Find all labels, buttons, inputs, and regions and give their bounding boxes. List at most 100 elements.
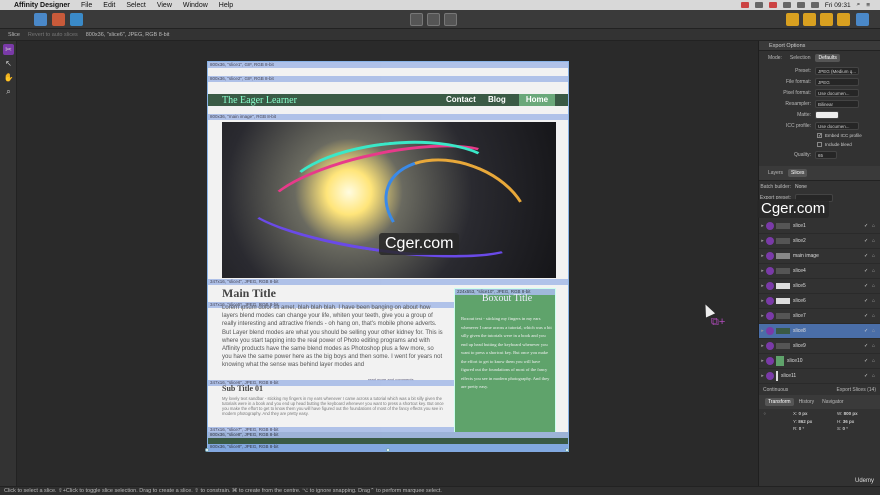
- status-icon[interactable]: [740, 2, 749, 8]
- move-tool-icon[interactable]: ↖: [3, 58, 14, 69]
- quality-field[interactable]: 65: [815, 150, 837, 159]
- slice-label[interactable]: 800x36, "main image", RGB 8-bit: [208, 114, 568, 120]
- slice-row[interactable]: ▸ slice4 ✓ ⌂: [759, 264, 880, 279]
- slice-row-selected[interactable]: ▸ slice8 ✓ ⌂: [759, 324, 880, 339]
- tab-transform[interactable]: Transform: [765, 398, 794, 406]
- menu-file[interactable]: File: [81, 2, 92, 9]
- revert-button[interactable]: Revert to auto slices: [28, 32, 78, 38]
- icc-select[interactable]: Use documen...: [815, 121, 859, 130]
- slice-row[interactable]: ▸ slice9 ✓ ⌂: [759, 339, 880, 354]
- nav-contact: Contact: [446, 95, 476, 104]
- slice-label[interactable]: 800x36, "slice1", GIF, RGB 8-bit: [208, 62, 568, 68]
- zoom-tool-icon[interactable]: ⌕: [3, 86, 14, 97]
- menu-select[interactable]: Select: [126, 2, 145, 9]
- hand-tool-icon[interactable]: ✋: [3, 72, 14, 83]
- designer-persona-icon[interactable]: [34, 13, 47, 26]
- list-icon[interactable]: ≡: [866, 2, 870, 9]
- tab-slices[interactable]: Slices: [788, 169, 808, 177]
- preset-row: Preset: JPEG (Medium q...: [759, 65, 880, 76]
- batch-select[interactable]: None: [795, 184, 807, 190]
- status-bar: Click to select a slice. ⇧+Click to togg…: [0, 486, 880, 495]
- search-icon[interactable]: ⌕: [857, 1, 861, 9]
- slice-row[interactable]: ▸ slice11 ✓ ⌂: [759, 369, 880, 384]
- export-slices-button[interactable]: Export Slices (14): [837, 387, 876, 393]
- wifi-icon[interactable]: [782, 2, 791, 8]
- export-options-header[interactable]: Export Options: [759, 41, 880, 51]
- tab-history[interactable]: History: [796, 398, 818, 406]
- app-menu[interactable]: Affinity Designer: [14, 2, 70, 9]
- selection-handle[interactable]: [205, 448, 209, 452]
- shear-field[interactable]: S: 0 °: [837, 426, 880, 431]
- layers-slices-tabs: Layers Slices: [759, 166, 880, 181]
- slice-row[interactable]: ▸ main image ✓ ⌂: [759, 249, 880, 264]
- slice-row[interactable]: ▸ slice6 ✓ ⌂: [759, 294, 880, 309]
- arrange-icon[interactable]: [820, 13, 833, 26]
- anchor-grid-icon[interactable]: ⁘: [763, 411, 793, 417]
- pixel-format-select[interactable]: Use documen...: [815, 88, 859, 97]
- slice-row[interactable]: ▸ slice7 ✓ ⌂: [759, 309, 880, 324]
- slice-row[interactable]: ▸ slice10 ✓ ⌂: [759, 354, 880, 369]
- snap-icon[interactable]: [410, 13, 423, 26]
- include-bleed-checkbox[interactable]: Include bleed: [759, 140, 880, 149]
- slice-label[interactable]: 800x36, "slice2", GIF, RGB 8-bit: [208, 76, 568, 82]
- body-text: Lorem ipsum dolor sit amet, blah blah bl…: [222, 305, 443, 369]
- tab-selection[interactable]: Selection: [787, 54, 814, 62]
- pixel-persona-icon[interactable]: [52, 13, 65, 26]
- menu-bar: Affinity Designer File Edit Select View …: [0, 0, 880, 10]
- transform-tabs: Transform History Navigator: [759, 395, 880, 409]
- selection-handle[interactable]: [386, 448, 390, 452]
- tab-layers[interactable]: Layers: [765, 169, 786, 177]
- w-field[interactable]: W: 800 px: [837, 411, 880, 417]
- tools-panel: ✂ ↖ ✋ ⌕: [0, 41, 17, 486]
- watermark: Cger.com: [379, 233, 460, 255]
- snap-icon[interactable]: [444, 13, 457, 26]
- menu-help[interactable]: Help: [219, 2, 233, 9]
- resampler-select[interactable]: Bilinear: [815, 99, 859, 108]
- arrange-icon[interactable]: [786, 13, 799, 26]
- selection-handle[interactable]: [565, 448, 569, 452]
- arrange-icon[interactable]: [837, 13, 850, 26]
- slice-cursor-icon: ⧉+: [711, 316, 726, 328]
- tab-defaults[interactable]: Defaults: [815, 54, 840, 62]
- small-text: My lovely text sandbar - sticking my fin…: [222, 396, 444, 416]
- slice-tool-icon[interactable]: ✂: [3, 44, 14, 55]
- rotate-field[interactable]: R: 0 °: [793, 426, 837, 431]
- x-field[interactable]: X: 0 px: [793, 411, 837, 417]
- y-field[interactable]: Y: 862 px: [793, 419, 837, 424]
- slice-list: ▸ slice1 ✓ ⌂ ▸ slice2 ✓ ⌂ ▸ main image ✓ ⌂ ▸ slice…: [759, 219, 880, 384]
- matte-swatch[interactable]: [815, 110, 839, 119]
- slice-label[interactable]: 800x36, "slice8", JPEG, RGB 8-bit: [208, 432, 568, 438]
- clock[interactable]: Fri 09:31: [825, 2, 851, 9]
- resampler-row: Resampler: Bilinear: [759, 98, 880, 109]
- snap-icon[interactable]: [427, 13, 440, 26]
- slices-footer: Continuous Export Slices (14): [759, 384, 880, 395]
- slice-row[interactable]: ▸ slice1 ✓ ⌂: [759, 219, 880, 234]
- slice-row[interactable]: ▸ slice2 ✓ ⌂: [759, 234, 880, 249]
- menu-window[interactable]: Window: [183, 2, 208, 9]
- status-icon[interactable]: [754, 2, 763, 8]
- format-row: File format: JPEG: [759, 76, 880, 87]
- matte-row: Matte:: [759, 109, 880, 120]
- slice-row[interactable]: ▸ slice5 ✓ ⌂: [759, 279, 880, 294]
- status-icon[interactable]: [768, 2, 777, 8]
- preset-select[interactable]: JPEG (Medium q...: [815, 66, 859, 75]
- embed-icc-checkbox[interactable]: ✓ Embed ICC profile: [759, 131, 880, 140]
- nav-home: Home: [519, 94, 555, 106]
- menu-view[interactable]: View: [157, 2, 172, 9]
- transform-fields: ⁘ X: 0 px W: 800 px Y: 862 px H: 36 px R…: [759, 409, 880, 433]
- tab-navigator[interactable]: Navigator: [819, 398, 846, 406]
- h-field[interactable]: H: 36 px: [837, 419, 880, 424]
- export-persona-icon[interactable]: [70, 13, 83, 26]
- battery-icon[interactable]: [810, 2, 819, 8]
- icc-row: ICC profile: Use documen...: [759, 120, 880, 131]
- pixel-format-row: Pixel format: Use documen...: [759, 87, 880, 98]
- canvas[interactable]: 800x36, "slice1", GIF, RGB 8-bit 800x36,…: [17, 41, 758, 486]
- continuous-checkbox[interactable]: Continuous: [763, 387, 788, 393]
- slice-label[interactable]: 347x16, "slice4", JPEG, RGB 8-bit: [208, 279, 568, 285]
- document-page[interactable]: 800x36, "slice1", GIF, RGB 8-bit 800x36,…: [205, 61, 569, 452]
- align-icon[interactable]: [856, 13, 869, 26]
- arrange-icon[interactable]: [803, 13, 816, 26]
- format-select[interactable]: JPEG: [815, 77, 859, 86]
- volume-icon[interactable]: [796, 2, 805, 8]
- menu-edit[interactable]: Edit: [103, 2, 115, 9]
